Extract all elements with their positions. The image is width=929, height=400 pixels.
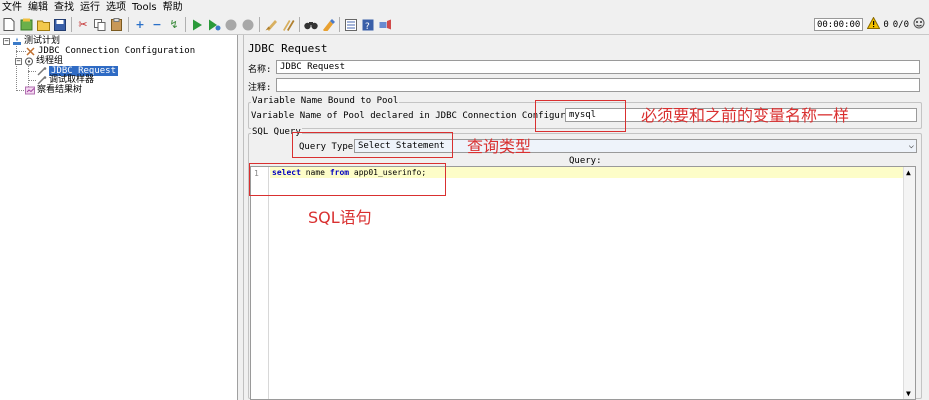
- open-folder-icon[interactable]: [36, 18, 50, 32]
- query-type-annotation: 查询类型: [467, 137, 532, 156]
- tree-node-label: 测试计划: [24, 36, 61, 46]
- status-area: 00:00:00 0 0/0: [813, 16, 925, 32]
- copy-icon[interactable]: [93, 18, 107, 32]
- sql-annotation: SQL语句: [308, 208, 372, 227]
- tree-node-label: 察看结果树: [37, 85, 83, 95]
- page-title: JDBC Request: [248, 42, 328, 55]
- tree-connector: [16, 90, 24, 91]
- tree-node-label: 调试取样器: [49, 75, 95, 85]
- toggle-icon[interactable]: ↯: [167, 18, 181, 32]
- stop-icon[interactable]: [224, 18, 238, 32]
- search-binoculars-icon[interactable]: [304, 18, 318, 32]
- menu-run[interactable]: 运行: [80, 1, 100, 15]
- new-file-icon[interactable]: [2, 18, 16, 32]
- collapse-toggle[interactable]: −: [15, 57, 22, 65]
- remote-icon[interactable]: [378, 18, 392, 32]
- scroll-up-icon[interactable]: ▲: [906, 168, 911, 177]
- tree-node-jdbc-config[interactable]: JDBC Connection Configuration: [26, 46, 195, 56]
- menu-bar: 文件 编辑 查找 运行 选项 Tools 帮助: [0, 0, 929, 15]
- line-number-gutter: 1: [251, 167, 269, 399]
- function-helper-icon[interactable]: [344, 18, 358, 32]
- sql-annotation-box: [249, 163, 446, 196]
- comment-field[interactable]: [276, 78, 920, 92]
- collapse-icon[interactable]: −: [150, 18, 164, 32]
- elapsed-timer: 00:00:00: [813, 18, 864, 31]
- tree-node-view-results[interactable]: 察看结果树: [25, 85, 82, 95]
- menu-help[interactable]: 帮助: [163, 1, 183, 15]
- chevron-down-icon[interactable]: ⌵: [909, 140, 914, 152]
- menu-file[interactable]: 文件: [2, 1, 22, 15]
- tree-connector: [16, 51, 26, 52]
- warning-count: 0: [883, 19, 889, 30]
- tree-node-label: 线程组: [36, 56, 64, 66]
- tree-connector: [28, 71, 36, 72]
- collapse-toggle[interactable]: −: [3, 37, 10, 45]
- shutdown-icon[interactable]: [241, 18, 255, 32]
- toolbar: ✂ + − ↯ ? 00:00:00 0 0/0: [0, 15, 929, 35]
- tree-node-test-plan[interactable]: − 测试计划: [3, 36, 60, 46]
- listener-icon: [25, 86, 35, 95]
- remote-status-icon[interactable]: [913, 17, 925, 32]
- paste-icon[interactable]: [110, 18, 124, 32]
- menu-options[interactable]: 选项: [106, 1, 126, 15]
- tree-node-thread-group[interactable]: − 线程组: [15, 56, 63, 66]
- tree-connector: [28, 80, 36, 81]
- menu-tools[interactable]: Tools: [132, 1, 157, 15]
- pool-variable-annotation-box: [535, 100, 626, 132]
- reset-search-icon[interactable]: [321, 18, 335, 32]
- scroll-down-icon[interactable]: ▼: [906, 389, 911, 398]
- menu-search[interactable]: 查找: [54, 1, 74, 15]
- thread-group-icon: [24, 57, 34, 66]
- query-header-label: Query:: [569, 156, 602, 166]
- clear-all-icon[interactable]: [281, 18, 295, 32]
- toolbar-separator: [128, 17, 129, 32]
- debug-sampler-icon: [37, 75, 47, 85]
- tree-node-debug-sampler[interactable]: 调试取样器: [37, 75, 94, 85]
- comment-label: 注释:: [248, 83, 272, 93]
- sql-query-editor[interactable]: 1 select name from app01_userinfo; ▲ ▼: [250, 166, 916, 400]
- name-label: 名称:: [248, 65, 272, 75]
- toolbar-separator: [185, 17, 186, 32]
- config-element-icon: [26, 46, 36, 56]
- toolbar-separator: [259, 17, 260, 32]
- save-icon[interactable]: [53, 18, 67, 32]
- test-plan-tree[interactable]: − 测试计划 JDBC Connection Configuration − 线…: [0, 35, 238, 400]
- editor-scrollbar[interactable]: ▲ ▼: [903, 167, 915, 399]
- pool-variable-annotation: 必须要和之前的变量名称一样: [641, 106, 850, 125]
- help-icon[interactable]: ?: [361, 18, 375, 32]
- clear-icon[interactable]: [264, 18, 278, 32]
- expand-icon[interactable]: +: [133, 18, 147, 32]
- start-no-pause-icon[interactable]: [207, 18, 221, 32]
- tree-node-label: JDBC Connection Configuration: [38, 46, 196, 56]
- toolbar-separator: [299, 17, 300, 32]
- name-field[interactable]: JDBC Request: [276, 60, 920, 74]
- variable-pool-group-title: Variable Name Bound to Pool: [251, 96, 400, 106]
- test-plan-icon: [12, 37, 22, 46]
- start-icon[interactable]: [190, 18, 204, 32]
- query-type-annotation-box: [292, 132, 453, 158]
- cut-icon[interactable]: ✂: [76, 18, 90, 32]
- toolbar-separator: [339, 17, 340, 32]
- menu-edit[interactable]: 编辑: [28, 1, 48, 15]
- thread-count: 0/0: [892, 19, 909, 30]
- templates-icon[interactable]: [19, 18, 33, 32]
- toolbar-separator: [71, 17, 72, 32]
- warning-icon[interactable]: [866, 16, 881, 32]
- svg-text:?: ?: [365, 22, 370, 31]
